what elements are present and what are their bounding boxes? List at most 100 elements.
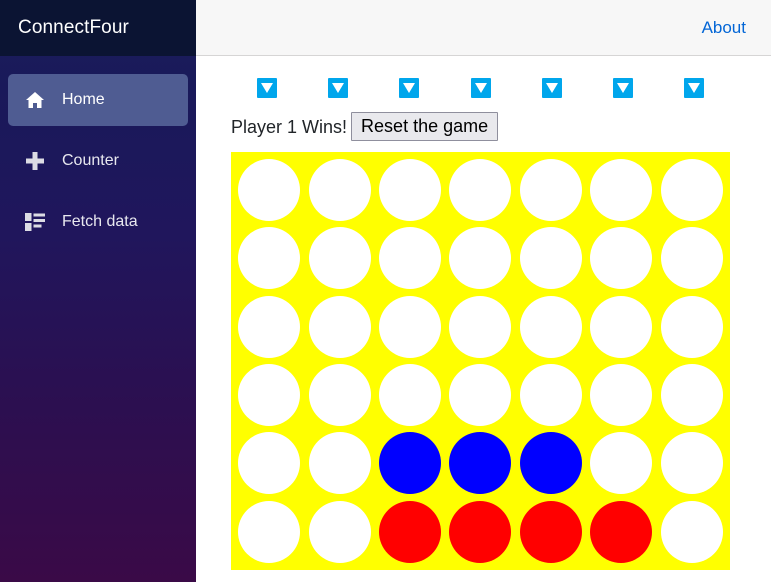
board-cell[interactable] (586, 429, 656, 497)
board-cell[interactable] (445, 498, 515, 566)
board-cell[interactable] (304, 429, 374, 497)
board-cell[interactable] (586, 156, 656, 224)
game-status-text: Player 1 Wins! (231, 116, 348, 137)
disc-red (449, 500, 512, 563)
disc-empty (660, 432, 723, 495)
disc-empty (660, 295, 723, 358)
disc-empty (238, 295, 301, 358)
drop-column-button-4[interactable] (471, 78, 491, 98)
disc-blue (379, 432, 442, 495)
triangle-down-icon (688, 83, 700, 93)
sidebar-item-counter[interactable]: Counter (8, 135, 188, 187)
plus-icon (22, 150, 48, 172)
drop-column-button-1[interactable] (257, 78, 277, 98)
board-cell[interactable] (234, 429, 304, 497)
board-cell[interactable] (657, 498, 727, 566)
disc-empty (590, 432, 653, 495)
board-cell[interactable] (586, 498, 656, 566)
board-cell[interactable] (516, 498, 586, 566)
triangle-down-icon (261, 83, 273, 93)
drop-column-button-7[interactable] (684, 78, 704, 98)
board-cell[interactable] (375, 429, 445, 497)
disc-empty (519, 295, 582, 358)
drop-column-button-5[interactable] (542, 78, 562, 98)
reset-game-button[interactable]: Reset the game (351, 112, 499, 141)
board-cell[interactable] (586, 224, 656, 292)
sidebar-item-fetch-data[interactable]: Fetch data (8, 196, 188, 248)
board-cell[interactable] (375, 224, 445, 292)
triangle-down-icon (546, 83, 558, 93)
disc-empty (660, 500, 723, 563)
disc-empty (519, 364, 582, 427)
board-cell[interactable] (375, 498, 445, 566)
board-cell[interactable] (234, 224, 304, 292)
sidebar-item-home[interactable]: Home (8, 74, 188, 126)
board-cell[interactable] (234, 293, 304, 361)
board-cell[interactable] (445, 429, 515, 497)
triangle-down-icon (475, 83, 487, 93)
drop-column-button-2[interactable] (328, 78, 348, 98)
board-cell[interactable] (516, 224, 586, 292)
board-cell[interactable] (304, 361, 374, 429)
board-cell[interactable] (657, 429, 727, 497)
board-cell[interactable] (657, 361, 727, 429)
disc-empty (238, 364, 301, 427)
disc-empty (379, 295, 442, 358)
board-cell[interactable] (445, 361, 515, 429)
triangle-down-icon (332, 83, 344, 93)
drop-column-button-3[interactable] (399, 78, 419, 98)
board-cell[interactable] (516, 156, 586, 224)
board-cell[interactable] (586, 293, 656, 361)
disc-empty (379, 364, 442, 427)
board-cell[interactable] (516, 361, 586, 429)
board-cell[interactable] (234, 498, 304, 566)
sidebar: ConnectFour Home Counter Fetch data (0, 0, 196, 582)
disc-blue (519, 432, 582, 495)
board-cell[interactable] (657, 224, 727, 292)
game-board (231, 152, 730, 570)
disc-empty (308, 159, 371, 222)
disc-red (519, 500, 582, 563)
board-cell[interactable] (375, 361, 445, 429)
board-cell[interactable] (234, 156, 304, 224)
list-icon (22, 211, 48, 233)
disc-empty (449, 295, 512, 358)
disc-empty (238, 159, 301, 222)
disc-empty (308, 227, 371, 290)
board-cell[interactable] (586, 361, 656, 429)
disc-empty (238, 432, 301, 495)
board-cell[interactable] (304, 293, 374, 361)
board-cell[interactable] (445, 224, 515, 292)
triangle-down-icon (403, 83, 415, 93)
disc-empty (308, 432, 371, 495)
board-cell[interactable] (304, 156, 374, 224)
sidebar-item-label: Home (62, 91, 105, 108)
disc-empty (449, 364, 512, 427)
board-cell[interactable] (445, 156, 515, 224)
board-cell[interactable] (445, 293, 515, 361)
disc-red (590, 500, 653, 563)
sidebar-nav: Home Counter Fetch data (0, 56, 196, 248)
drop-column-button-6[interactable] (613, 78, 633, 98)
game-status-row: Player 1 Wins! Reset the game (196, 112, 499, 141)
disc-empty (590, 159, 653, 222)
app-title: ConnectFour (18, 17, 129, 38)
about-link[interactable]: About (702, 18, 746, 38)
disc-empty (308, 500, 371, 563)
disc-empty (449, 227, 512, 290)
board-cell[interactable] (234, 361, 304, 429)
board-cell[interactable] (375, 156, 445, 224)
board-cell[interactable] (304, 498, 374, 566)
board-cell[interactable] (516, 293, 586, 361)
home-icon (22, 89, 48, 111)
triangle-down-icon (617, 83, 629, 93)
board-cell[interactable] (375, 293, 445, 361)
disc-blue (449, 432, 512, 495)
disc-red (379, 500, 442, 563)
board-cell[interactable] (657, 293, 727, 361)
disc-empty (238, 227, 301, 290)
board-cell[interactable] (516, 429, 586, 497)
sidebar-item-label: Fetch data (62, 213, 138, 230)
board-cell[interactable] (304, 224, 374, 292)
board-cell[interactable] (657, 156, 727, 224)
